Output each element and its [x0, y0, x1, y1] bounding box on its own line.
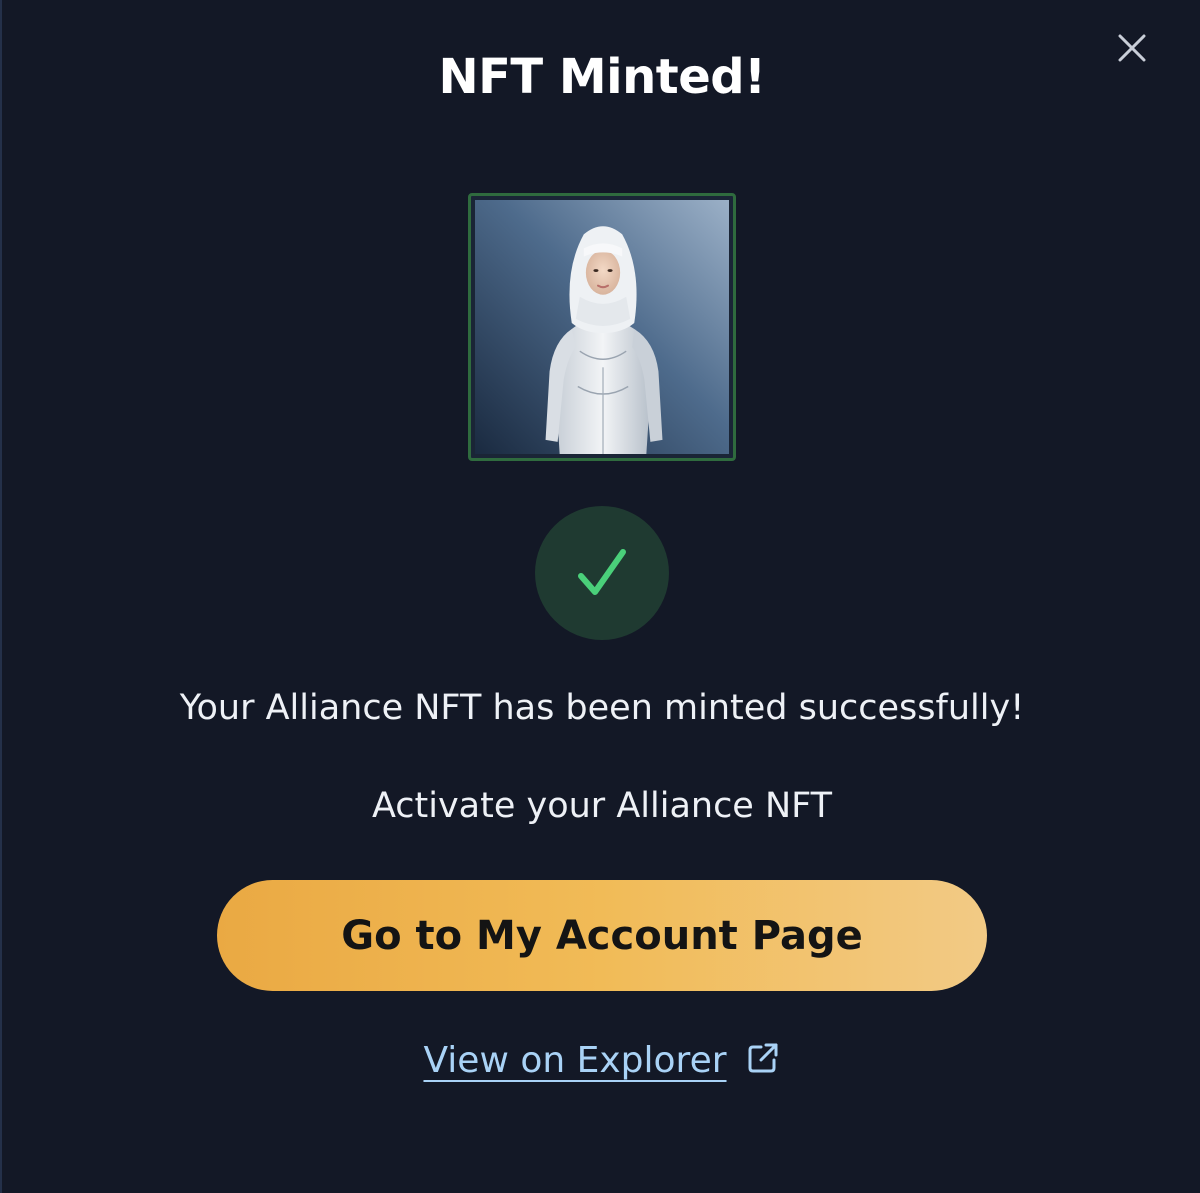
go-to-account-button[interactable]: Go to My Account Page [217, 880, 987, 991]
success-message: Your Alliance NFT has been minted succes… [179, 688, 1025, 728]
activate-message: Activate your Alliance NFT [371, 786, 833, 826]
view-on-explorer-link[interactable]: View on Explorer [2, 1040, 1200, 1081]
checkmark-icon [578, 549, 626, 595]
nft-minted-modal: NFT Minted! Your Alliance NFT has been m… [0, 0, 1200, 1193]
nft-character-image [475, 200, 729, 454]
success-indicator [535, 506, 669, 640]
modal-title: NFT Minted! [438, 49, 766, 105]
nft-image-frame [468, 193, 736, 461]
explorer-link-label[interactable]: View on Explorer [423, 1040, 726, 1081]
external-link-icon[interactable] [745, 1040, 781, 1076]
